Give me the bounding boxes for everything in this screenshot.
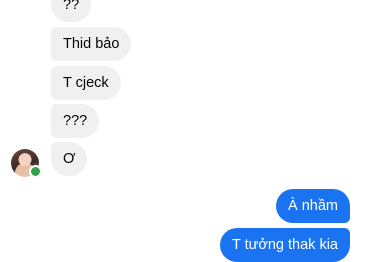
incoming-message[interactable]: T cjeck xyxy=(51,66,121,100)
outgoing-message[interactable]: À nhầm xyxy=(276,189,350,223)
contact-avatar[interactable] xyxy=(11,149,42,178)
incoming-message[interactable]: ??? xyxy=(51,104,100,138)
online-status-icon xyxy=(29,165,42,178)
incoming-message[interactable]: Thid bảo xyxy=(51,27,132,61)
incoming-message[interactable]: Ơ xyxy=(51,142,88,176)
incoming-message[interactable]: ?? xyxy=(51,0,92,22)
